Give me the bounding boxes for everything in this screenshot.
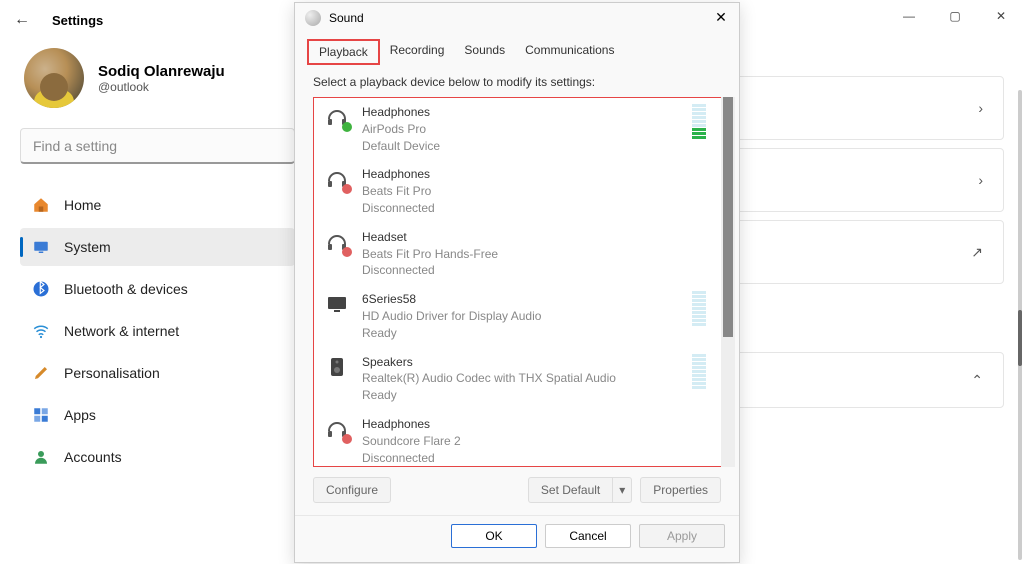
apps-icon (32, 406, 50, 424)
device-text: SpeakersRealtek(R) Audio Codec with THX … (362, 354, 679, 404)
nav-label: Bluetooth & devices (64, 281, 188, 297)
chevron-right-icon: › (978, 100, 983, 116)
profile-block[interactable]: Sodiq Olanrewaju @outlook (24, 48, 295, 108)
chevron-up-icon: ⌃ (971, 372, 983, 389)
profile-name: Sodiq Olanrewaju (98, 63, 225, 80)
scrollbar-thumb[interactable] (1018, 310, 1022, 366)
ok-button[interactable]: OK (451, 524, 537, 548)
tab-communications[interactable]: Communications (515, 39, 624, 65)
nav-label: Home (64, 197, 101, 213)
device-row[interactable]: HeadphonesSoundcore Flare 2Disconnected (314, 410, 721, 467)
page-scrollbar[interactable] (1018, 90, 1022, 560)
nav-label: Network & internet (64, 323, 179, 339)
profile-email: @outlook (98, 80, 225, 94)
nav-label: Accounts (64, 449, 122, 465)
set-default-dropdown[interactable]: ▾ (613, 477, 632, 503)
minimize-button[interactable]: — (886, 0, 932, 32)
brush-icon (32, 364, 50, 382)
sidebar-item-bluetooth-devices[interactable]: Bluetooth & devices (20, 270, 295, 308)
accounts-icon (32, 448, 50, 466)
device-text: 6Series58HD Audio Driver for Display Aud… (362, 291, 679, 341)
headphones-icon (324, 166, 350, 192)
home-icon (32, 196, 50, 214)
tabs: PlaybackRecordingSoundsCommunications (295, 33, 739, 65)
back-button[interactable]: ← (10, 11, 34, 29)
headphones-icon (324, 229, 350, 255)
sidebar-item-network-internet[interactable]: Network & internet (20, 312, 295, 350)
set-default-button[interactable]: Set Default (528, 477, 613, 503)
dialog-footer: OK Cancel Apply (295, 515, 739, 560)
status-badge (342, 247, 352, 257)
device-text: HeadphonesAirPods ProDefault Device (362, 104, 679, 154)
system-icon (32, 238, 50, 256)
device-text: HeadphonesSoundcore Flare 2Disconnected (362, 416, 711, 466)
window-controls: — ▢ ✕ (886, 0, 1024, 32)
device-row[interactable]: 6Series58HD Audio Driver for Display Aud… (314, 285, 721, 347)
avatar (24, 48, 84, 108)
status-badge (342, 434, 352, 444)
tab-sounds[interactable]: Sounds (454, 39, 515, 65)
device-list[interactable]: HeadphonesAirPods ProDefault Device Headp… (313, 97, 721, 467)
level-meter-icon (691, 291, 707, 326)
nav-label: System (64, 239, 111, 255)
headphones-icon (324, 416, 350, 442)
sidebar-item-system[interactable]: System (20, 228, 295, 266)
headphones-icon (324, 104, 350, 130)
dialog-title: Sound (329, 11, 364, 25)
tab-recording[interactable]: Recording (380, 39, 455, 65)
configure-button[interactable]: Configure (313, 477, 391, 503)
level-meter-icon (691, 354, 707, 389)
device-text: HeadsetBeats Fit Pro Hands-FreeDisconnec… (362, 229, 711, 279)
status-badge (342, 184, 352, 194)
sidebar-item-home[interactable]: Home (20, 186, 295, 224)
device-row[interactable]: HeadphonesAirPods ProDefault Device (314, 98, 721, 160)
cancel-button[interactable]: Cancel (545, 524, 631, 548)
list-scrollbar-thumb[interactable] (723, 97, 733, 337)
list-scrollbar[interactable] (721, 97, 735, 467)
sidebar-item-personalisation[interactable]: Personalisation (20, 354, 295, 392)
dialog-button-row: Configure Set Default ▾ Properties (295, 467, 739, 513)
device-text: HeadphonesBeats Fit ProDisconnected (362, 166, 711, 216)
wifi-icon (32, 322, 50, 340)
search-input[interactable]: Find a setting (20, 128, 295, 164)
status-badge (342, 122, 352, 132)
tab-playback[interactable]: Playback (307, 39, 380, 65)
external-link-icon: ↗ (971, 244, 983, 261)
sound-dialog: Sound ✕ PlaybackRecordingSoundsCommunica… (294, 2, 740, 563)
dialog-close-button[interactable]: ✕ (711, 9, 731, 26)
sidebar-item-apps[interactable]: Apps (20, 396, 295, 434)
apply-button[interactable]: Apply (639, 524, 725, 548)
dialog-titlebar: Sound ✕ (295, 3, 739, 33)
sound-icon (305, 10, 321, 26)
properties-button[interactable]: Properties (640, 477, 721, 503)
sidebar: Sodiq Olanrewaju @outlook Find a setting… (20, 40, 295, 480)
speaker-icon (324, 354, 350, 380)
monitor-icon (324, 291, 350, 317)
settings-title: Settings (52, 13, 103, 28)
level-meter-icon (691, 104, 707, 139)
nav-label: Apps (64, 407, 96, 423)
bluetooth-icon (32, 280, 50, 298)
chevron-right-icon: › (978, 172, 983, 188)
device-row[interactable]: HeadsetBeats Fit Pro Hands-FreeDisconnec… (314, 223, 721, 285)
sidebar-item-accounts[interactable]: Accounts (20, 438, 295, 476)
maximize-button[interactable]: ▢ (932, 0, 978, 32)
instruction-text: Select a playback device below to modify… (295, 65, 739, 97)
device-row[interactable]: SpeakersRealtek(R) Audio Codec with THX … (314, 348, 721, 410)
nav-label: Personalisation (64, 365, 160, 381)
close-button[interactable]: ✕ (978, 0, 1024, 32)
device-row[interactable]: HeadphonesBeats Fit ProDisconnected (314, 160, 721, 222)
